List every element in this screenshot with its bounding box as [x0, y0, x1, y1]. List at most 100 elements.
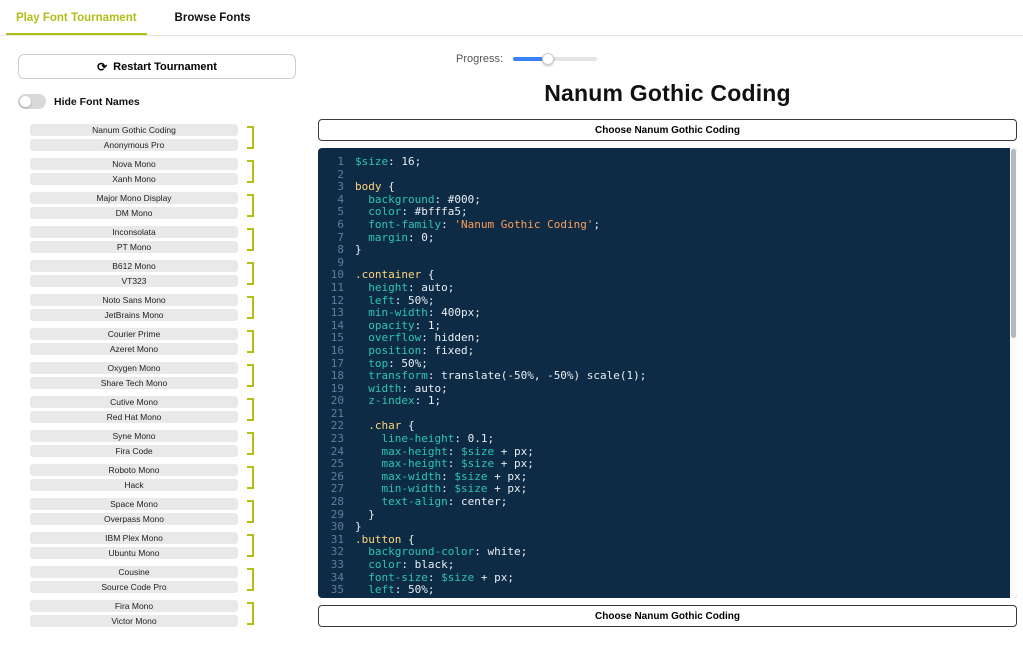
bracket-font-name: DM Mono	[30, 207, 238, 219]
bracket-pair: Roboto MonoHack	[30, 464, 312, 491]
bracket-font-name: Ubuntu Mono	[30, 547, 238, 559]
bracket-font-name: JetBrains Mono	[30, 309, 238, 321]
line-number: 35	[318, 584, 344, 597]
bracket-font-name: Anonymous Pro	[30, 139, 238, 151]
bracket-font-name: Fira Mono	[30, 600, 238, 612]
line-number: 1	[318, 156, 344, 169]
bracket-font-name: Victor Mono	[30, 615, 238, 627]
tab-browse-fonts[interactable]: Browse Fonts	[165, 0, 261, 35]
code-line: 20 z-index: 1;	[318, 395, 1017, 408]
bracket-pair-names: Noto Sans Mono JetBrains Mono	[30, 294, 238, 321]
line-number: 16	[318, 345, 344, 358]
bracket-pair: Space Mono Overpass Mono	[30, 498, 312, 525]
bracket-font-name: Space Mono	[30, 498, 238, 510]
bracket-pair-names: Syne MonoFira Code	[30, 430, 238, 457]
bracket-connector	[247, 126, 254, 149]
bracket-pair: Nova Mono Xanh Mono	[30, 158, 312, 185]
bracket-font-name: Azeret Mono	[30, 343, 238, 355]
code-line: 21	[318, 408, 1017, 421]
code-lines: 1$size: 16;23body {4 background: #000;5 …	[318, 156, 1017, 597]
toggle-knob	[20, 96, 31, 107]
bracket-pair-names: IBM Plex Mono Ubuntu Mono	[30, 532, 238, 559]
bracket-font-name: Inconsolata	[30, 226, 238, 238]
code-line: 7 margin: 0;	[318, 232, 1017, 245]
bracket-font-name: IBM Plex Mono	[30, 532, 238, 544]
line-number: 3	[318, 181, 344, 194]
restart-tournament-label: Restart Tournament	[113, 61, 217, 73]
bracket-font-name: Major Mono Display	[30, 192, 238, 204]
bracket-pair-names: Roboto MonoHack	[30, 464, 238, 491]
bracket-font-name: Xanh Mono	[30, 173, 238, 185]
code-scrollbar-thumb[interactable]	[1011, 149, 1016, 338]
page: Play Font Tournament Browse Fonts ⟳ Rest…	[0, 0, 1023, 646]
bracket-pair: Fira Mono Victor Mono	[30, 600, 312, 627]
matchup-panel: Progress: Nanum Gothic Coding Choose Nan…	[312, 36, 1023, 646]
hide-font-names-label: Hide Font Names	[54, 96, 140, 108]
line-number: 28	[318, 496, 344, 509]
content: ⟳ Restart Tournament Hide Font Names Nan…	[0, 36, 1023, 646]
bracket-font-name: Oxygen Mono	[30, 362, 238, 374]
bracket-connector	[247, 296, 254, 319]
bracket-connector	[247, 534, 254, 557]
hide-font-names-row: Hide Font Names	[18, 94, 312, 109]
bracket-pair: Major Mono Display DM Mono	[30, 192, 312, 219]
bracket-connector	[247, 262, 254, 285]
bracket-pair-names: Oxygen MonoShare Tech Mono	[30, 362, 238, 389]
code-line: 28 text-align: center;	[318, 496, 1017, 509]
choose-font-button-top[interactable]: Choose Nanum Gothic Coding	[318, 119, 1017, 141]
progress-label: Progress:	[456, 53, 503, 65]
refresh-icon: ⟳	[97, 61, 107, 73]
bracket-pair: IBM Plex Mono Ubuntu Mono	[30, 532, 312, 559]
bracket-pair-names: Cutive Mono Red Hat Mono	[30, 396, 238, 423]
bracket-connector	[247, 330, 254, 353]
bracket-connector	[247, 568, 254, 591]
code-line: 30}	[318, 521, 1017, 534]
bracket-font-name: Noto Sans Mono	[30, 294, 238, 306]
bracket-pair: Courier Prime Azeret Mono	[30, 328, 312, 355]
bracket-font-name: Fira Code	[30, 445, 238, 457]
line-number: 13	[318, 307, 344, 320]
line-number: 25	[318, 458, 344, 471]
bracket-connector	[247, 466, 254, 489]
progress-row: Progress:	[456, 52, 1017, 66]
tab-play-font-tournament[interactable]: Play Font Tournament	[6, 0, 147, 35]
choose-font-button-bottom[interactable]: Choose Nanum Gothic Coding	[318, 605, 1017, 627]
bracket-connector	[247, 432, 254, 455]
code-line: 35 left: 50%;	[318, 584, 1017, 597]
bracket-font-name: Nova Mono	[30, 158, 238, 170]
bracket-pair: Cousine Source Code Pro	[30, 566, 312, 593]
restart-tournament-button[interactable]: ⟳ Restart Tournament	[18, 54, 296, 79]
code-scrollbar[interactable]	[1010, 148, 1017, 598]
bracket-font-name: Roboto Mono	[30, 464, 238, 476]
bracket-pair-names: B612 Mono VT323	[30, 260, 238, 287]
bracket-pair-names: Space Mono Overpass Mono	[30, 498, 238, 525]
line-number: 8	[318, 244, 344, 257]
progress-slider[interactable]	[513, 57, 597, 61]
bracket-connector	[247, 364, 254, 387]
bracket-font-name: Nanum Gothic Coding	[30, 124, 238, 136]
bracket-font-name: Overpass Mono	[30, 513, 238, 525]
bracket-pair: Noto Sans Mono JetBrains Mono	[30, 294, 312, 321]
code-preview-panel: 1$size: 16;23body {4 background: #000;5 …	[318, 148, 1017, 598]
hide-font-names-toggle[interactable]	[18, 94, 46, 109]
bracket-font-name: Cousine	[30, 566, 238, 578]
bracket-pair-names: Courier Prime Azeret Mono	[30, 328, 238, 355]
bracket-connector	[247, 500, 254, 523]
progress-slider-thumb[interactable]	[542, 53, 554, 65]
bracket-font-name: Red Hat Mono	[30, 411, 238, 423]
bracket-pair: Nanum Gothic Coding Anonymous Pro	[30, 124, 312, 151]
line-number: 30	[318, 521, 344, 534]
code-line: 8}	[318, 244, 1017, 257]
bracket-font-name: Cutive Mono	[30, 396, 238, 408]
line-number: 6	[318, 219, 344, 232]
bracket-font-name: Courier Prime	[30, 328, 238, 340]
bracket-pair-names: InconsolataPT Mono	[30, 226, 238, 253]
tournament-bracket: Nanum Gothic Coding Anonymous Pro Nova Mon…	[30, 124, 312, 627]
tab-bar: Play Font Tournament Browse Fonts	[0, 0, 1023, 36]
bracket-font-name: Source Code Pro	[30, 581, 238, 593]
bracket-pair-names: Nanum Gothic Coding Anonymous Pro	[30, 124, 238, 151]
bracket-font-name: B612 Mono	[30, 260, 238, 272]
code-line: 29 }	[318, 509, 1017, 522]
code-line: 1$size: 16;	[318, 156, 1017, 169]
bracket-font-name: VT323	[30, 275, 238, 287]
